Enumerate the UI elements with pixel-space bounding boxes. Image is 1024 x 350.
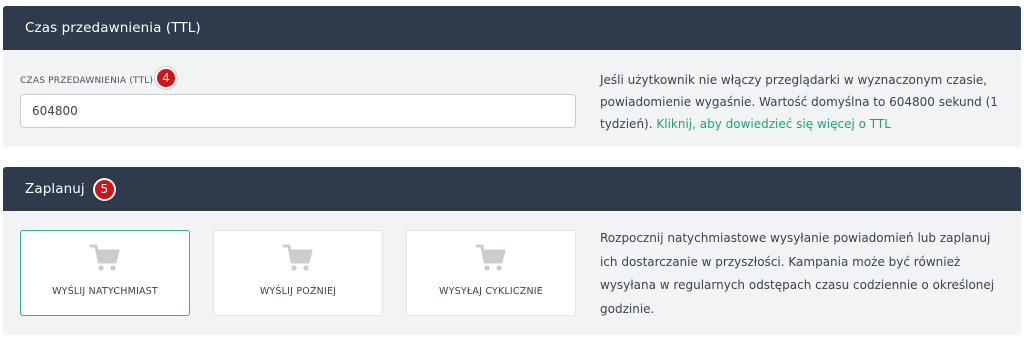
ttl-panel-header: Czas przedawnienia (TTL)	[3, 6, 1021, 50]
ttl-input[interactable]	[20, 94, 576, 128]
schedule-panel-header: Zaplanuj 5	[3, 167, 1021, 211]
cart-icon	[282, 244, 313, 271]
ttl-panel-title: Czas przedawnienia (TTL)	[25, 20, 201, 36]
send-later-option[interactable]: WYŚLIJ POŹNIEJ	[213, 230, 383, 316]
step-badge-4: 4	[155, 67, 178, 89]
schedule-panel: Zaplanuj 5 WYŚLIJ NATYCHMIAST WYŚLIJ POŹ…	[3, 167, 1021, 335]
ttl-help-text: Jeśli użytkownik nie włączy przeglądarki…	[600, 69, 1000, 135]
send-now-label: WYŚLIJ NATYCHMIAST	[52, 286, 158, 297]
send-recurring-option[interactable]: WYSYŁAJ CYKLICZNIE	[406, 230, 576, 316]
schedule-help-text: Rozpocznij natychmiastowe wysyłanie powi…	[600, 231, 995, 316]
send-now-option[interactable]: WYŚLIJ NATYCHMIAST	[20, 230, 190, 316]
ttl-learn-more-link[interactable]: Kliknij, aby dowiedzieć się więcej o TTL	[656, 117, 891, 131]
send-recurring-label: WYSYŁAJ CYKLICZNIE	[439, 286, 543, 297]
ttl-field-label-text: CZAS PRZEDAWNIENIA (TTL)	[20, 76, 154, 86]
schedule-panel-title: Zaplanuj	[25, 181, 85, 197]
step-badge-5: 5	[92, 177, 116, 201]
ttl-field-label: CZAS PRZEDAWNIENIA (TTL) 4	[20, 67, 178, 89]
cart-icon	[89, 244, 120, 271]
ttl-panel: Czas przedawnienia (TTL) CZAS PRZEDAWNIE…	[3, 6, 1021, 147]
cart-icon	[475, 244, 506, 271]
send-later-label: WYŚLIJ POŹNIEJ	[259, 286, 337, 297]
